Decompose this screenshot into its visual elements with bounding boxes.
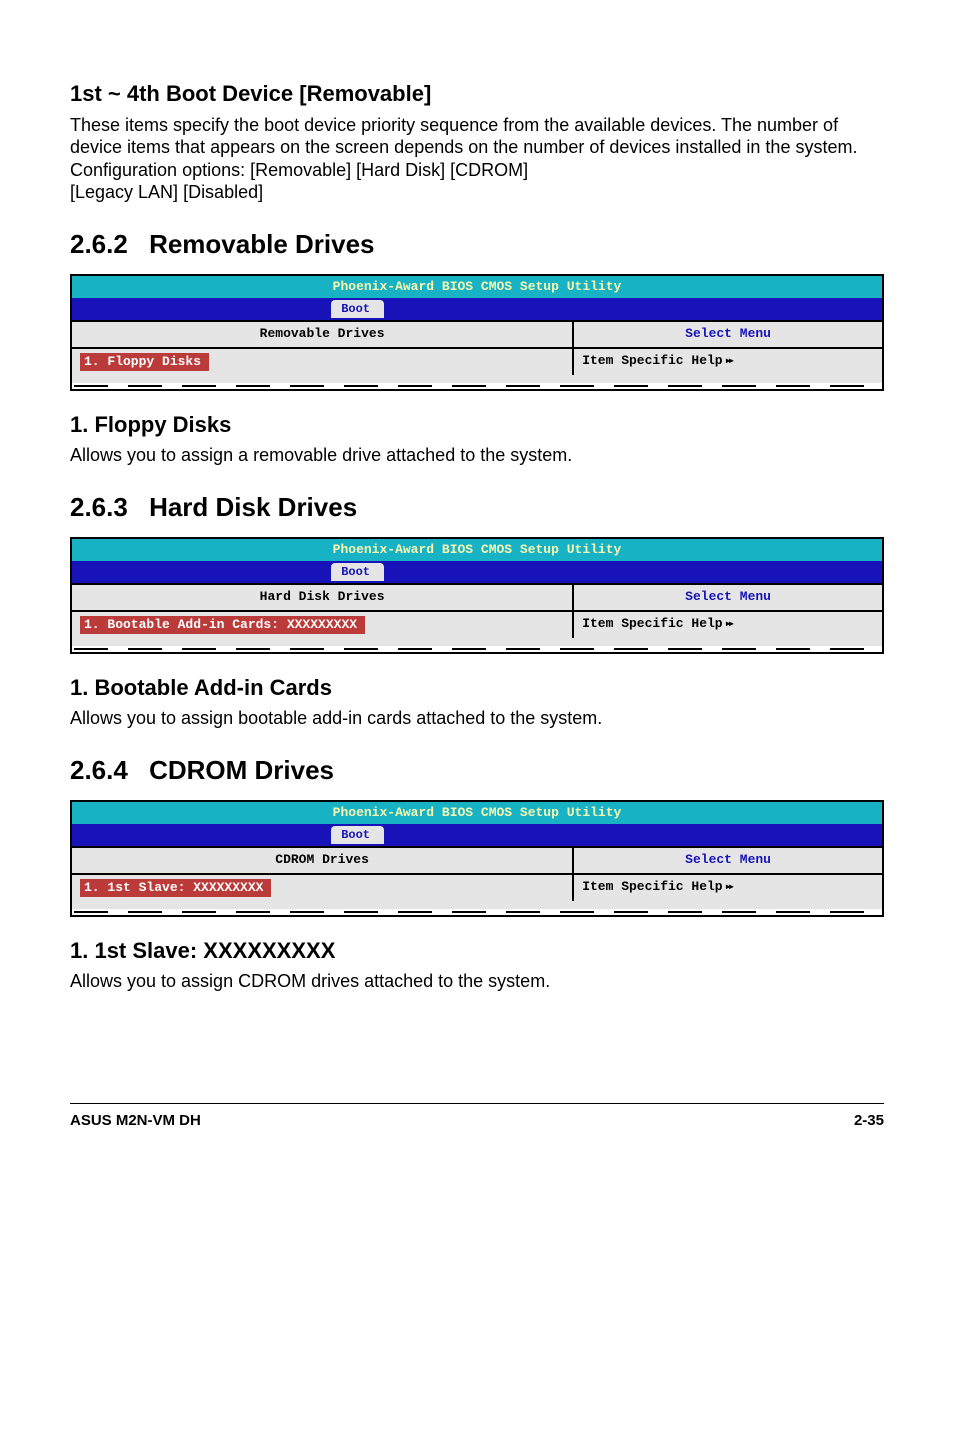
bios-body-row: 1. 1st Slave: XXXXXXXXX Item Specific He… — [72, 875, 882, 909]
bios-dashes — [72, 646, 882, 652]
bios-panel-cdrom: Phoenix-Award BIOS CMOS Setup Utility Bo… — [70, 800, 884, 917]
bios-header-left: Hard Disk Drives — [72, 585, 574, 609]
bios-selected-item[interactable]: 1. Bootable Add-in Cards: XXXXXXXXX — [80, 616, 365, 634]
bios-title: Phoenix-Award BIOS CMOS Setup Utility — [72, 802, 882, 824]
paragraph-floppy-disks: Allows you to assign a removable drive a… — [70, 444, 884, 467]
text-line: These items specify the boot device prio… — [70, 115, 857, 158]
bios-header-left: Removable Drives — [72, 322, 574, 346]
bios-header-row: Removable Drives Select Menu — [72, 320, 882, 348]
bios-header-right: Select Menu — [574, 848, 882, 872]
bios-body-right: Item Specific Help — [574, 349, 882, 373]
heading-floppy-disks: 1. Floppy Disks — [70, 411, 884, 439]
bios-body-row: 1. Floppy Disks Item Specific Help — [72, 349, 882, 383]
bios-tab-row: Boot — [72, 824, 882, 846]
paragraph-1st-slave: Allows you to assign CDROM drives attach… — [70, 970, 884, 993]
paragraph-bootable-addin: Allows you to assign bootable add-in car… — [70, 707, 884, 730]
section-title: Hard Disk Drives — [149, 492, 357, 522]
bios-body-right: Item Specific Help — [574, 612, 882, 636]
bios-panel-harddisk: Phoenix-Award BIOS CMOS Setup Utility Bo… — [70, 537, 884, 654]
bios-dashes — [72, 909, 882, 915]
bios-tab-row: Boot — [72, 298, 882, 320]
heading-boot-device: 1st ~ 4th Boot Device [Removable] — [70, 80, 884, 108]
section-title: CDROM Drives — [149, 755, 334, 785]
bios-dashes — [72, 383, 882, 389]
footer-left: ASUS M2N-VM DH — [70, 1112, 201, 1131]
paragraph-boot-device: These items specify the boot device prio… — [70, 114, 884, 204]
bios-body-row: 1. Bootable Add-in Cards: XXXXXXXXX Item… — [72, 612, 882, 646]
heading-bootable-addin: 1. Bootable Add-in Cards — [70, 674, 884, 702]
bios-body-right: Item Specific Help — [574, 875, 882, 899]
section-number: 2.6.2 — [70, 229, 128, 259]
section-title: Removable Drives — [149, 229, 374, 259]
heading-removable-drives: 2.6.2 Removable Drives — [70, 228, 884, 261]
bios-selected-item[interactable]: 1. Floppy Disks — [80, 353, 209, 371]
bios-header-right: Select Menu — [574, 585, 882, 609]
heading-1st-slave: 1. 1st Slave: XXXXXXXXX — [70, 937, 884, 965]
bios-header-right: Select Menu — [574, 322, 882, 346]
bios-tab-boot: Boot — [331, 563, 384, 581]
bios-body-left: 1. 1st Slave: XXXXXXXXX — [72, 875, 574, 901]
bios-header-row: CDROM Drives Select Menu — [72, 846, 882, 874]
section-number: 2.6.4 — [70, 755, 128, 785]
text-line: [Legacy LAN] [Disabled] — [70, 182, 263, 202]
bios-body-left: 1. Floppy Disks — [72, 349, 574, 375]
bios-selected-item[interactable]: 1. 1st Slave: XXXXXXXXX — [80, 879, 271, 897]
bios-header-left: CDROM Drives — [72, 848, 574, 872]
bios-title: Phoenix-Award BIOS CMOS Setup Utility — [72, 539, 882, 561]
heading-cdrom-drives: 2.6.4 CDROM Drives — [70, 754, 884, 787]
bios-tab-boot: Boot — [331, 300, 384, 318]
bios-tab-boot: Boot — [331, 826, 384, 844]
bios-body-left: 1. Bootable Add-in Cards: XXXXXXXXX — [72, 612, 574, 638]
bios-header-row: Hard Disk Drives Select Menu — [72, 583, 882, 611]
bios-tab-row: Boot — [72, 561, 882, 583]
heading-hard-disk-drives: 2.6.3 Hard Disk Drives — [70, 491, 884, 524]
section-number: 2.6.3 — [70, 492, 128, 522]
page-footer: ASUS M2N-VM DH 2-35 — [70, 1103, 884, 1131]
bios-title: Phoenix-Award BIOS CMOS Setup Utility — [72, 276, 882, 298]
bios-panel-removable: Phoenix-Award BIOS CMOS Setup Utility Bo… — [70, 274, 884, 391]
text-line: Configuration options: [Removable] [Hard… — [70, 160, 528, 180]
footer-right: 2-35 — [854, 1112, 884, 1131]
